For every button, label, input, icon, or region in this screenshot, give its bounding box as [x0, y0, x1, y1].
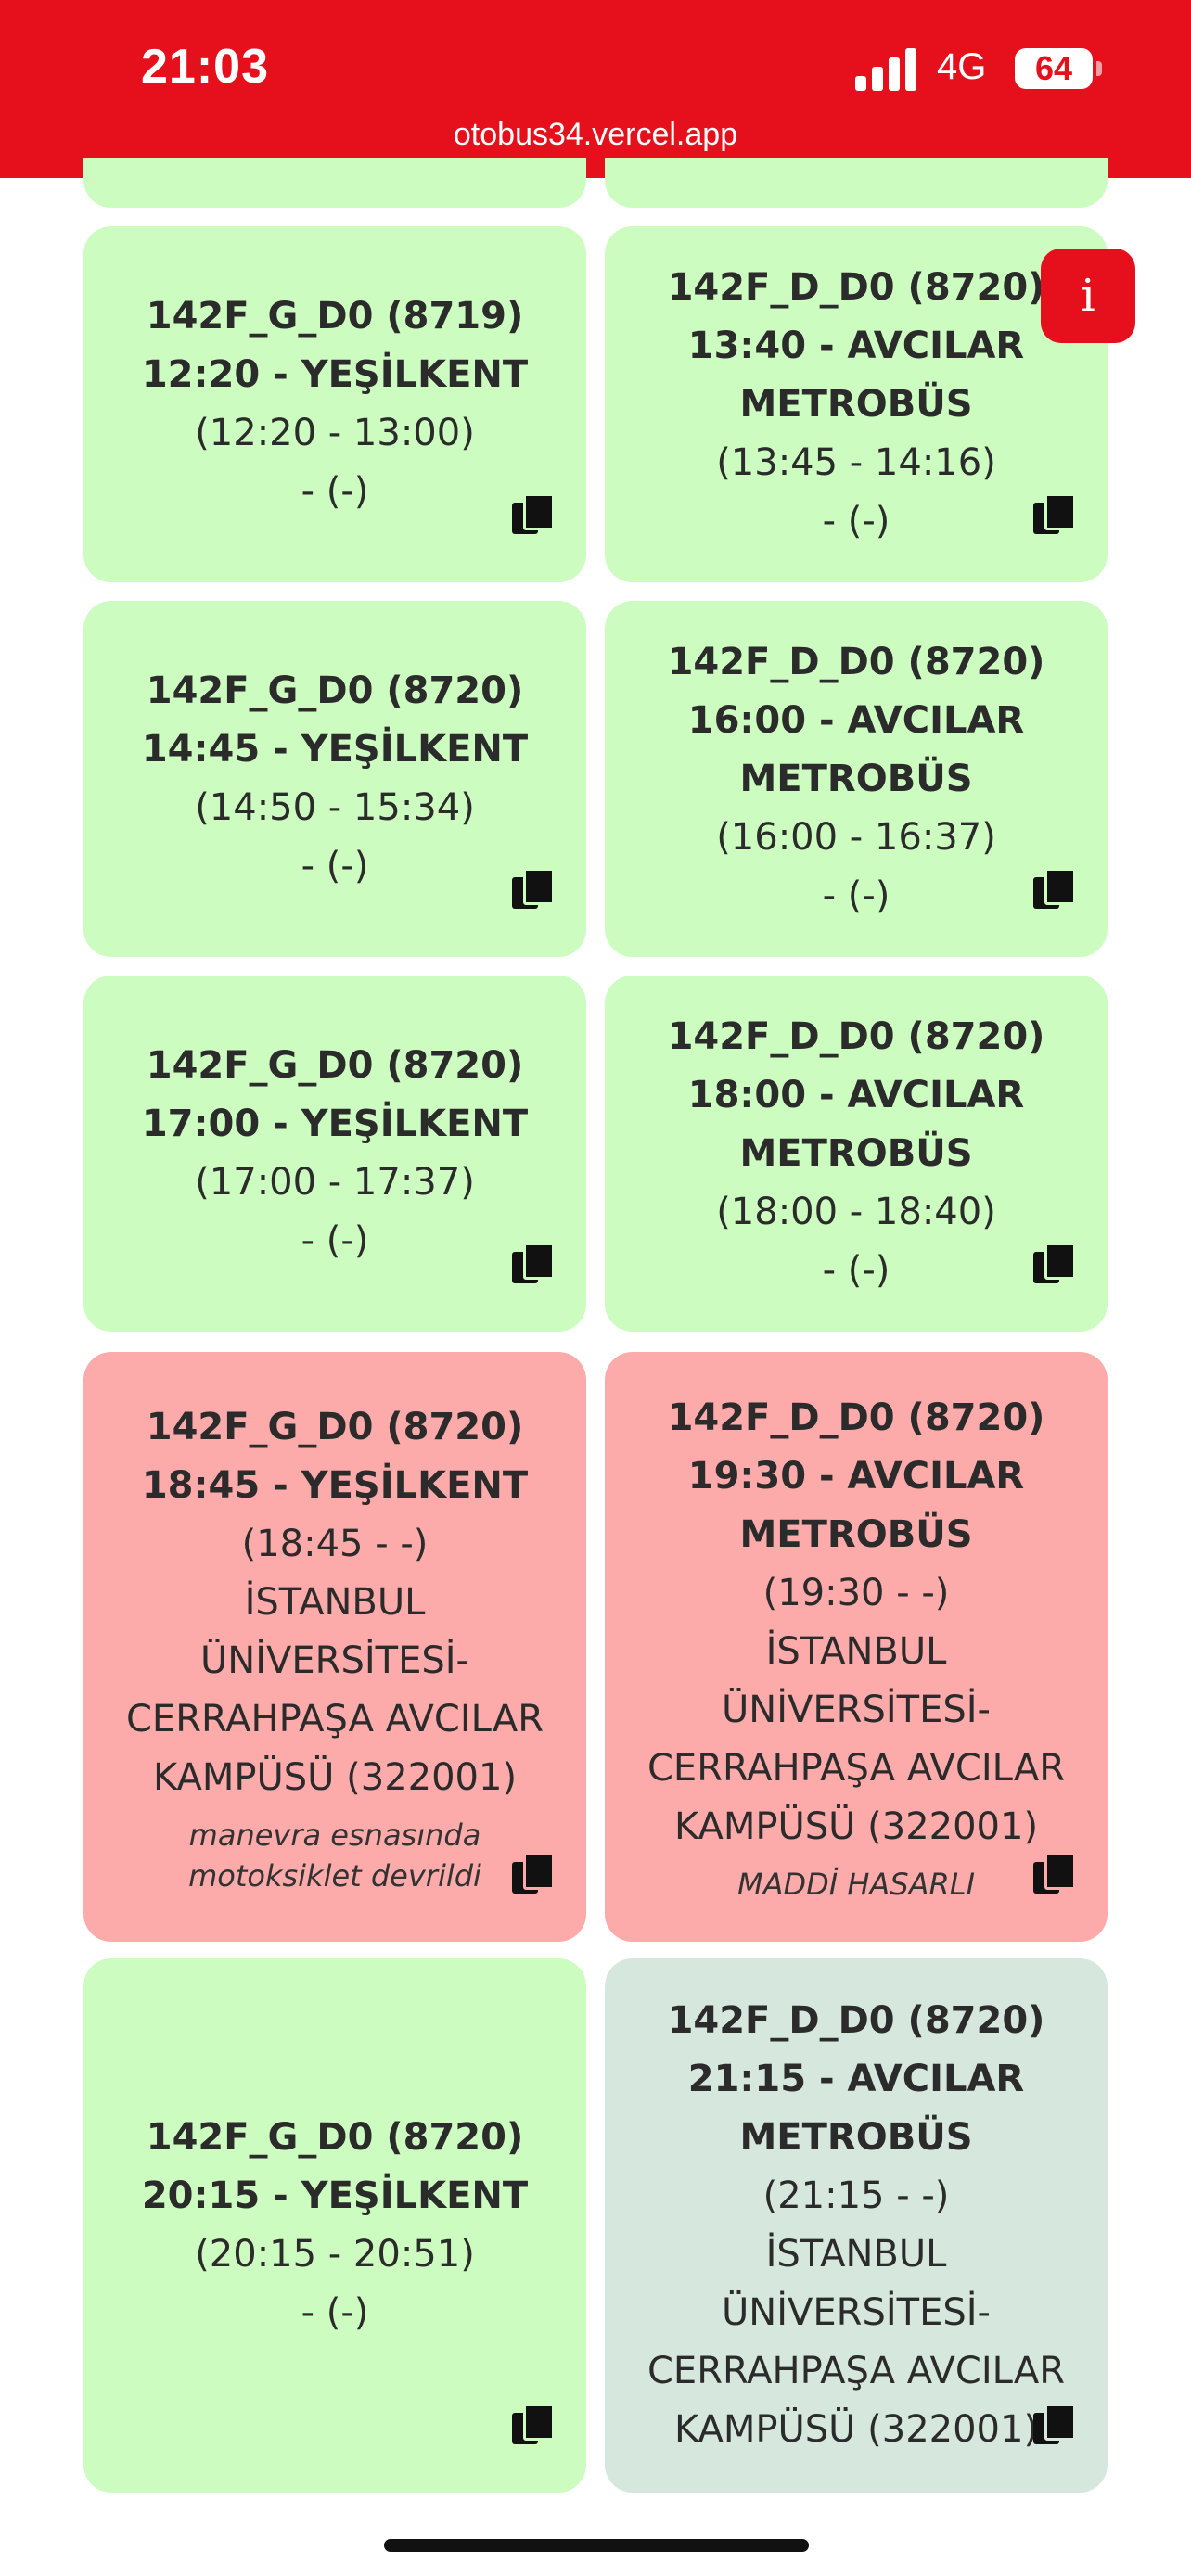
trip-times: (13:45 - 14:16) [716, 440, 996, 484]
battery-icon: 64 [1015, 48, 1093, 89]
trip-route: 142F_D_D0 (8720) [667, 640, 1045, 683]
trip-route: 142F_G_D0 (8720) [146, 2116, 524, 2159]
trip-detail: - (-) [822, 499, 890, 542]
home-indicator[interactable] [384, 2539, 809, 2552]
trip-times: (17:00 - 17:37) [195, 1161, 475, 1204]
trip-departure: 16:00 - AVCILAR METROBÜS [687, 698, 1025, 800]
trip-departure: 12:20 - YEŞİLKENT [141, 353, 529, 396]
trip-route: 142F_G_D0 (8720) [146, 1044, 524, 1087]
trip-times: (20:15 - 20:51) [195, 2233, 475, 2276]
trip-departure: 18:45 - YEŞİLKENT [141, 1463, 529, 1507]
trip-departure: 21:15 - AVCILAR METROBÜS [687, 2058, 1025, 2159]
trip-card-active[interactable]: 142F_D_D0 (8720) 21:15 - AVCILAR METROBÜ… [605, 1958, 1108, 2493]
trip-detail: - (-) [301, 845, 369, 887]
status-bar: 21:03 4G 64 otobus34.vercel.app [0, 0, 1191, 178]
trip-route: 142F_D_D0 (8720) [667, 1396, 1045, 1439]
copy-icon[interactable] [512, 493, 555, 534]
copy-icon[interactable] [512, 1853, 555, 1894]
trip-route: 142F_D_D0 (8720) [667, 1014, 1045, 1058]
copy-icon[interactable] [512, 1243, 555, 1283]
battery-nub [1096, 61, 1102, 76]
trip-card[interactable]: 142F_D_D0 (8720) 18:00 - AVCILAR METROBÜ… [605, 976, 1108, 1332]
trip-route: 142F_D_D0 (8720) [667, 1999, 1045, 2042]
trip-card[interactable]: 142F_G_D0 (8719) 12:20 - YEŞİLKENT (12:2… [83, 226, 586, 582]
copy-icon[interactable] [1033, 1243, 1076, 1283]
trip-card-incident[interactable]: 142F_G_D0 (8720) 18:45 - YEŞİLKENT (18:4… [83, 1352, 586, 1942]
trip-times: (19:30 - -) [762, 1572, 950, 1614]
trip-departure: 19:30 - AVCILAR METROBÜS [687, 1455, 1025, 1556]
trip-card-incident[interactable]: 142F_D_D0 (8720) 19:30 - AVCILAR METROBÜ… [605, 1352, 1108, 1942]
trip-route: 142F_G_D0 (8720) [146, 1405, 524, 1448]
trip-detail: - (-) [822, 1248, 890, 1292]
trip-location: İSTANBUL ÜNİVERSİTESİ-CERRAHPAŞA AVCILAR… [647, 2233, 1065, 2451]
signal-icon [855, 46, 920, 91]
trip-departure: 17:00 - YEŞİLKENT [141, 1103, 529, 1145]
status-time: 21:03 [141, 40, 269, 94]
copy-icon[interactable] [1033, 1853, 1076, 1894]
trip-detail: - (-) [301, 2291, 369, 2334]
trip-detail: - (-) [301, 470, 369, 513]
trip-card[interactable]: 142F_D_D0 (8720) 16:00 - AVCILAR METROBÜ… [605, 601, 1108, 957]
trip-card[interactable]: 142F_D_D0 (8720) 13:40 - AVCILAR METROBÜ… [605, 226, 1108, 582]
trip-times: (16:00 - 16:37) [716, 815, 996, 859]
copy-icon[interactable] [512, 868, 555, 909]
trip-departure: 18:00 - AVCILAR METROBÜS [687, 1073, 1025, 1175]
trip-route: 142F_D_D0 (8720) [667, 265, 1045, 309]
network-label: 4G [937, 46, 987, 87]
incident-note: MADDİ HASARLI [736, 1867, 976, 1902]
trip-card-partial-left[interactable] [83, 158, 586, 208]
trip-departure: 20:15 - YEŞİLKENT [141, 2174, 529, 2217]
trip-times: (18:00 - 18:40) [716, 1190, 996, 1233]
trip-card-partial-right[interactable] [605, 158, 1108, 208]
info-button[interactable]: i [1041, 249, 1135, 343]
trip-times: (21:15 - -) [762, 2174, 950, 2217]
trip-departure: 14:45 - YEŞİLKENT [141, 728, 529, 771]
trip-location: İSTANBUL ÜNİVERSİTESİ-CERRAHPAŞA AVCILAR… [126, 1580, 544, 1799]
trip-times: (12:20 - 13:00) [195, 412, 475, 454]
incident-note: manevra esnasında motoksiklet devrildi [188, 1817, 481, 1894]
trip-card[interactable]: 142F_G_D0 (8720) 20:15 - YEŞİLKENT (20:1… [83, 1958, 586, 2493]
trip-route: 142F_G_D0 (8720) [146, 670, 524, 712]
trip-card[interactable]: 142F_G_D0 (8720) 17:00 - YEŞİLKENT (17:0… [83, 976, 586, 1332]
trip-route: 142F_G_D0 (8719) [146, 295, 524, 338]
trip-departure: 13:40 - AVCILAR METROBÜS [687, 324, 1025, 426]
trip-times: (18:45 - -) [241, 1522, 429, 1565]
url-bar[interactable]: otobus34.vercel.app [0, 117, 1191, 153]
copy-icon[interactable] [1033, 868, 1076, 909]
trip-location: İSTANBUL ÜNİVERSİTESİ-CERRAHPAŞA AVCILAR… [647, 1630, 1065, 1848]
copy-icon[interactable] [1033, 493, 1076, 534]
trip-times: (14:50 - 15:34) [195, 786, 475, 829]
trip-card[interactable]: 142F_G_D0 (8720) 14:45 - YEŞİLKENT (14:5… [83, 601, 586, 957]
copy-icon[interactable] [1033, 2404, 1076, 2444]
trip-detail: - (-) [822, 874, 890, 917]
trip-detail: - (-) [301, 1219, 369, 1262]
copy-icon[interactable] [512, 2404, 555, 2444]
